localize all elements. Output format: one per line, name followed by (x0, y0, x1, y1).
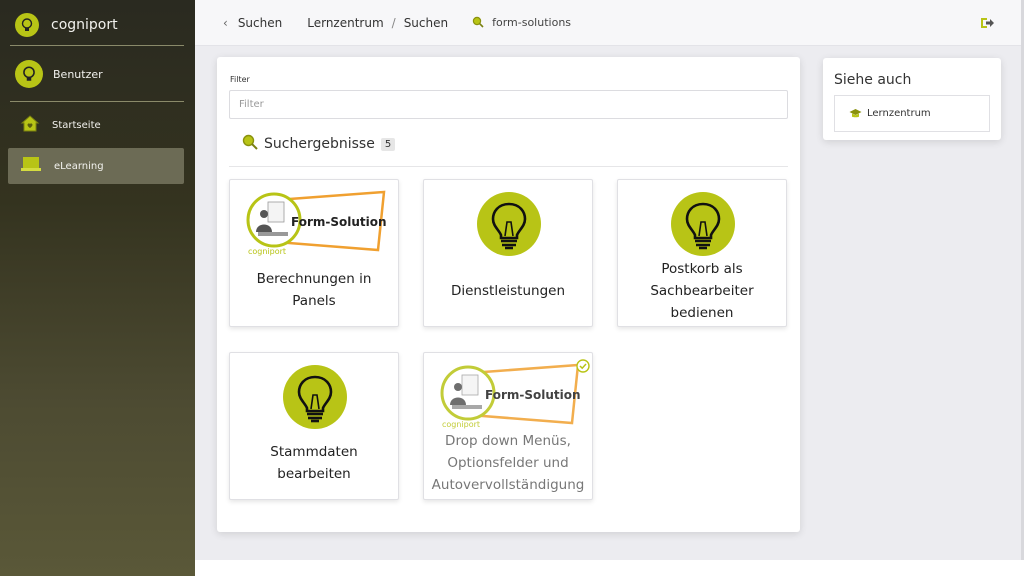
chevron-left-icon: ‹ (223, 15, 228, 30)
breadcrumb-item-suchen: Suchen (403, 15, 449, 30)
lightbulb-icon (671, 192, 735, 256)
results-count-badge: 5 (380, 137, 396, 151)
sidebar-item-label: eLearning (54, 160, 104, 172)
banner-brand: cogniport (442, 420, 480, 429)
form-solutions-banner-icon: Form-Solutions cogniport (440, 363, 580, 429)
cogniport-logo-icon (15, 13, 39, 37)
sidebar-item-label: Startseite (52, 119, 101, 131)
results-header: Suchergebnisse 5 (242, 134, 396, 154)
back-button[interactable]: ‹ Suchen (223, 16, 282, 30)
topbar: ‹ Suchen Lernzentrum / Suchen form-solut… (195, 0, 1021, 46)
form-solutions-banner-icon: Form-Solutions cogniport (246, 190, 386, 256)
search-results-panel: Filter Suchergebnisse 5 Form-Solutions c… (217, 57, 800, 532)
sidebar-divider (10, 101, 184, 102)
sidebar: cogniport Benutzer Startseite eLearning (0, 0, 195, 576)
search-tag: form-solutions (472, 13, 571, 32)
search-icon (242, 134, 258, 154)
user-avatar-icon (15, 60, 43, 88)
result-card-postkorb[interactable]: Postkorb als Sachbearbeiter bedienen (617, 179, 787, 327)
sidebar-item-startseite[interactable]: Startseite (8, 107, 184, 143)
result-card-title: Postkorb als Sachbearbeiter bedienen (650, 261, 754, 321)
home-icon (20, 113, 40, 137)
result-card-berechnungen[interactable]: Form-Solutions cogniport Berechnungen in… (229, 179, 399, 327)
banner-text: Form-Solutions (291, 215, 386, 229)
see-also-title: Siehe auch (834, 72, 912, 88)
logout-icon[interactable] (979, 15, 995, 31)
sidebar-item-elearning[interactable]: eLearning (8, 148, 184, 184)
filter-input[interactable] (229, 90, 788, 119)
banner-brand: cogniport (248, 247, 286, 256)
filter-label: Filter (230, 75, 250, 84)
laptop-icon (20, 155, 42, 177)
breadcrumb-separator: / (391, 15, 396, 30)
search-tag-label: form-solutions (492, 16, 572, 29)
brand-name: cogniport (51, 17, 118, 33)
lightbulb-icon (283, 365, 347, 429)
brand[interactable]: cogniport (0, 8, 195, 42)
results-title: Suchergebnisse (264, 136, 375, 152)
banner-text: Form-Solutions (485, 388, 580, 402)
see-also-panel: Siehe auch Lernzentrum (823, 58, 1001, 140)
result-card-title: Berechnungen in Panels (256, 271, 372, 309)
search-icon (472, 13, 484, 32)
breadcrumb: Lernzentrum / Suchen (307, 16, 448, 30)
result-card-dropdown-menus[interactable]: Form-Solutions cogniport Drop down Menüs… (423, 352, 593, 500)
user-menu[interactable]: Benutzer (0, 58, 195, 90)
user-name: Benutzer (53, 67, 103, 81)
lightbulb-icon (477, 192, 541, 256)
see-also-link-lernzentrum[interactable]: Lernzentrum (834, 95, 990, 132)
back-label: Suchen (237, 15, 283, 30)
breadcrumb-item-lernzentrum[interactable]: Lernzentrum (307, 16, 383, 30)
result-card-dienstleistungen[interactable]: Dienstleistungen (423, 179, 593, 327)
graduation-cap-icon (849, 104, 862, 123)
result-card-title: Drop down Menüs, Optionsfelder und Autov… (431, 433, 585, 493)
result-card-title: Stammdaten bearbeiten (270, 444, 358, 482)
result-card-title: Dienstleistungen (450, 283, 565, 299)
see-also-link-label: Lernzentrum (867, 108, 931, 119)
footer-strip (195, 560, 1024, 576)
sidebar-divider (10, 45, 184, 46)
completed-check-icon (576, 359, 590, 373)
results-divider (229, 166, 788, 167)
result-card-stammdaten[interactable]: Stammdaten bearbeiten (229, 352, 399, 500)
